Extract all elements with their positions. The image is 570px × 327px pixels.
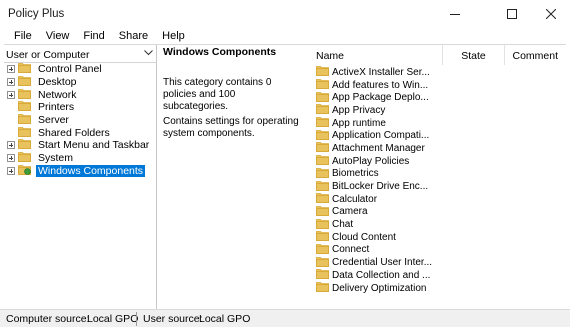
- category-summary: This category contains 0 policies and 10…: [163, 77, 272, 112]
- menu-view[interactable]: View: [39, 28, 77, 44]
- tree-item[interactable]: Start Menu and Taskbar: [4, 139, 157, 152]
- list-item[interactable]: App Privacy: [308, 104, 566, 117]
- tree-item-label: Control Panel: [38, 63, 102, 76]
- column-header-comment[interactable]: Comment: [504, 45, 564, 65]
- tree-item[interactable]: Server: [4, 114, 157, 127]
- column-header-name[interactable]: Name: [316, 45, 426, 65]
- maximize-icon: [507, 9, 517, 19]
- status-bar: Computer source: Local GPO User source: …: [0, 309, 570, 327]
- title-bar: Policy Plus: [0, 0, 570, 28]
- close-button[interactable]: [528, 0, 570, 28]
- list-item[interactable]: Data Collection and ...: [308, 269, 566, 282]
- list-item[interactable]: AutoPlay Policies: [308, 155, 566, 168]
- close-icon: [546, 9, 556, 19]
- list-item[interactable]: Delivery Optimization: [308, 282, 566, 295]
- list-item-name: Biometrics: [332, 168, 379, 180]
- tree-item-label: Shared Folders: [38, 126, 110, 139]
- user-source-label: User source:: [143, 313, 203, 325]
- list-item[interactable]: App Package Deplo...: [308, 91, 566, 104]
- list-item-name: App Package Deplo...: [332, 92, 429, 104]
- tree-item-label: System: [38, 152, 74, 165]
- list-item[interactable]: BitLocker Drive Enc...: [308, 180, 566, 193]
- list-item[interactable]: Add features to Win...: [308, 79, 566, 92]
- list-header: Name State Comment: [308, 45, 566, 65]
- tree-item[interactable]: Desktop: [4, 76, 157, 89]
- policy-source-select[interactable]: User or Computer: [4, 47, 157, 63]
- tree-item[interactable]: Windows Components: [4, 164, 157, 178]
- list-item-name: Delivery Optimization: [332, 282, 427, 294]
- list-item-name: Camera: [332, 206, 368, 218]
- tree-item-label: Desktop: [38, 76, 77, 89]
- tree-item[interactable]: Control Panel: [4, 63, 157, 76]
- list-item-name: Attachment Manager: [332, 142, 425, 154]
- list-item[interactable]: Attachment Manager: [308, 142, 566, 155]
- computer-source-label: Computer source:: [6, 313, 90, 325]
- expand-plus-icon[interactable]: [7, 90, 15, 99]
- list-item[interactable]: Credential User Inter...: [308, 256, 566, 269]
- computer-source-value: Local GPO: [87, 313, 139, 325]
- window-title: Policy Plus: [8, 8, 65, 20]
- status-divider: [136, 312, 137, 326]
- list-item[interactable]: App runtime: [308, 117, 566, 130]
- tree-item-label: Start Menu and Taskbar: [38, 139, 150, 152]
- list-item-name: Application Compati...: [332, 130, 430, 142]
- menu-find[interactable]: Find: [76, 28, 111, 44]
- list-item-name: Credential User Inter...: [332, 257, 433, 269]
- tree-item-label: Server: [38, 114, 69, 127]
- minimize-icon: [450, 14, 460, 15]
- list-item-name: Chat: [332, 219, 354, 231]
- menu-share[interactable]: Share: [112, 28, 155, 44]
- column-header-state[interactable]: State: [442, 45, 504, 65]
- tree-item[interactable]: Printers: [4, 101, 157, 114]
- list-item[interactable]: Camera: [308, 206, 566, 219]
- expand-plus-icon[interactable]: [7, 78, 15, 87]
- tree-item[interactable]: System: [4, 152, 157, 165]
- menu-file[interactable]: File: [7, 28, 39, 44]
- list-item-name: AutoPlay Policies: [332, 155, 410, 167]
- menu-bar: File View Find Share Help: [0, 28, 570, 44]
- policy-list-pane: Name State Comment ActiveX Installer Ser…: [308, 45, 566, 310]
- description-pane: Windows Components This category contain…: [158, 45, 308, 310]
- list-item[interactable]: Calculator: [308, 193, 566, 206]
- tree-item[interactable]: Shared Folders: [4, 126, 157, 139]
- list-item-name: Calculator: [332, 193, 378, 205]
- list-item[interactable]: Application Compati...: [308, 129, 566, 142]
- tree-item[interactable]: Network: [4, 88, 157, 101]
- list-item-name: Cloud Content: [332, 231, 396, 243]
- list-item[interactable]: Biometrics: [308, 167, 566, 181]
- folder-settings-icon: [18, 164, 31, 178]
- user-source-value: Local GPO: [199, 313, 251, 325]
- list-item-name: Connect: [332, 244, 370, 256]
- list-item[interactable]: Cloud Content: [308, 231, 566, 244]
- tree-item-label: Windows Components: [36, 164, 146, 177]
- category-tree-pane: User or Computer Control Panel Desktop Net…: [4, 45, 157, 310]
- list-item-name: Data Collection and ...: [332, 269, 431, 281]
- expand-plus-icon[interactable]: [7, 65, 15, 74]
- list-item[interactable]: Connect: [308, 244, 566, 257]
- expand-plus-icon[interactable]: [7, 154, 15, 163]
- list-item[interactable]: ActiveX Installer Ser...: [308, 66, 566, 79]
- list-item-name: App Privacy: [332, 104, 386, 116]
- tree-item-label: Network: [38, 88, 77, 101]
- main-content: User or Computer Control Panel Desktop Net…: [4, 44, 566, 310]
- chevron-down-icon: [144, 50, 153, 56]
- category-title: Windows Components: [163, 46, 277, 58]
- menu-help[interactable]: Help: [155, 28, 192, 44]
- list-item-name: BitLocker Drive Enc...: [332, 181, 429, 193]
- expand-plus-icon[interactable]: [7, 141, 15, 150]
- policy-list: ActiveX Installer Ser... Add features to …: [308, 66, 566, 294]
- folder-icon: [316, 281, 329, 295]
- minimize-button[interactable]: [432, 0, 478, 28]
- list-item-name: ActiveX Installer Ser...: [332, 66, 430, 78]
- category-help-text: Contains settings for operating system c…: [163, 116, 299, 139]
- list-item[interactable]: Chat: [308, 218, 566, 231]
- list-item-name: Add features to Win...: [332, 79, 429, 91]
- list-item-name: App runtime: [332, 117, 386, 129]
- category-tree: Control Panel Desktop Network Printers Serve…: [4, 63, 157, 177]
- expand-plus-icon[interactable]: [7, 166, 15, 175]
- policy-source-value: User or Computer: [6, 49, 90, 61]
- tree-item-label: Printers: [38, 101, 75, 114]
